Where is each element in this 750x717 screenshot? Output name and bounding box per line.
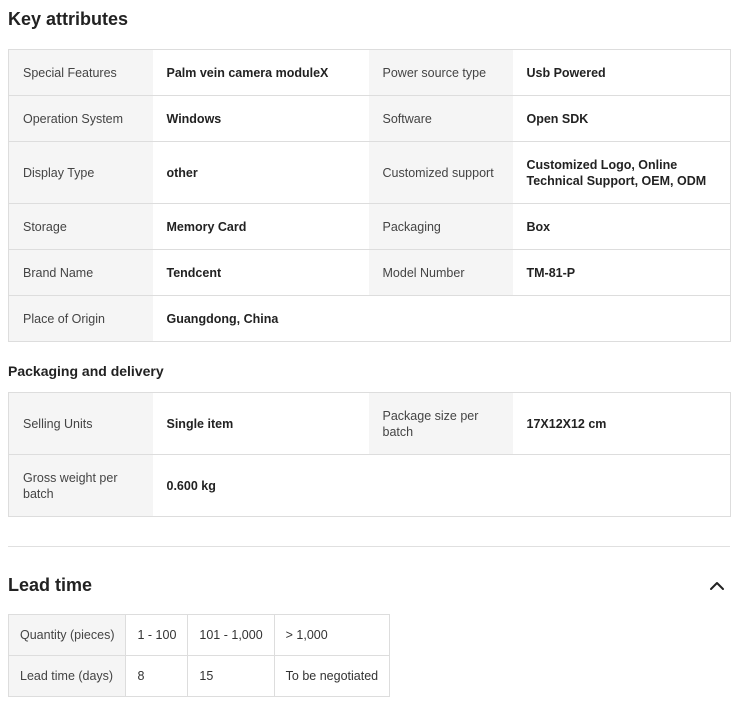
product-details-page: Key attributes Special Features Palm vei…: [0, 0, 750, 717]
attribute-label: Power source type: [368, 49, 513, 96]
attribute-value: Customized Logo, Online Technical Suppor…: [512, 141, 731, 204]
empty-cell: [512, 454, 731, 517]
attribute-value: other: [152, 141, 369, 204]
chevron-up-icon-graphic: [710, 582, 724, 590]
quantity-range: > 1,000: [273, 614, 391, 656]
attribute-label: Brand Name: [8, 249, 153, 296]
lead-time-value: To be negotiated: [273, 655, 391, 697]
attribute-value: 0.600 kg: [152, 454, 369, 517]
attribute-label: Software: [368, 95, 513, 142]
lead-time-row: Lead time (days) 8 15 To be negotiated: [7, 655, 391, 697]
attribute-value: 17X12X12 cm: [512, 392, 731, 455]
attribute-value: Windows: [152, 95, 369, 142]
packaging-title: Packaging and delivery: [8, 363, 164, 379]
attribute-row: Display Type other Customized support Cu…: [8, 141, 731, 204]
attribute-row: Brand Name Tendcent Model Number TM-81-P: [8, 249, 731, 296]
attribute-label: Gross weight per batch: [8, 454, 153, 517]
attribute-label: Package size per batch: [368, 392, 513, 455]
attribute-label: Place of Origin: [8, 295, 153, 342]
attribute-label: Operation System: [8, 95, 153, 142]
empty-cell: [512, 295, 731, 342]
attribute-label: Display Type: [8, 141, 153, 204]
attribute-row: Place of Origin Guangdong, China: [8, 295, 731, 342]
attribute-value: Single item: [152, 392, 369, 455]
lead-time-title: Lead time: [8, 575, 93, 595]
quantity-range: 101 - 1,000: [187, 614, 275, 656]
attribute-value: Palm vein camera moduleX: [152, 49, 369, 96]
attribute-row: Special Features Palm vein camera module…: [8, 49, 731, 96]
attribute-value: Usb Powered: [512, 49, 731, 96]
attribute-label: Storage: [8, 203, 153, 250]
attribute-value: Tendcent: [152, 249, 369, 296]
attribute-row: Selling Units Single item Package size p…: [8, 392, 731, 455]
section-divider: [8, 546, 730, 547]
key-attributes-table: Special Features Palm vein camera module…: [8, 49, 731, 342]
attribute-value: Guangdong, China: [152, 295, 369, 342]
attribute-label: Selling Units: [8, 392, 153, 455]
attribute-row: Gross weight per batch 0.600 kg: [8, 454, 731, 517]
empty-cell: [368, 295, 513, 342]
lead-time-label: Quantity (pieces): [7, 614, 127, 656]
empty-cell: [368, 454, 513, 517]
lead-time-value: 8: [125, 655, 189, 697]
lead-time-table: Quantity (pieces) 1 - 100 101 - 1,000 > …: [7, 614, 391, 697]
attribute-row: Storage Memory Card Packaging Box: [8, 203, 731, 250]
packaging-table: Selling Units Single item Package size p…: [8, 392, 731, 517]
lead-time-header-row: Quantity (pieces) 1 - 100 101 - 1,000 > …: [7, 614, 391, 656]
quantity-range: 1 - 100: [125, 614, 189, 656]
attribute-value: TM-81-P: [512, 249, 731, 296]
attribute-value: Box: [512, 203, 731, 250]
attribute-label: Packaging: [368, 203, 513, 250]
attribute-label: Customized support: [368, 141, 513, 204]
key-attributes-title: Key attributes: [8, 9, 129, 29]
lead-time-value: 15: [187, 655, 275, 697]
attribute-label: Special Features: [8, 49, 153, 96]
attribute-value: Open SDK: [512, 95, 731, 142]
attribute-row: Operation System Windows Software Open S…: [8, 95, 731, 142]
attribute-value: Memory Card: [152, 203, 369, 250]
lead-time-label: Lead time (days): [7, 655, 127, 697]
chevron-up-icon[interactable]: [708, 577, 726, 595]
attribute-label: Model Number: [368, 249, 513, 296]
